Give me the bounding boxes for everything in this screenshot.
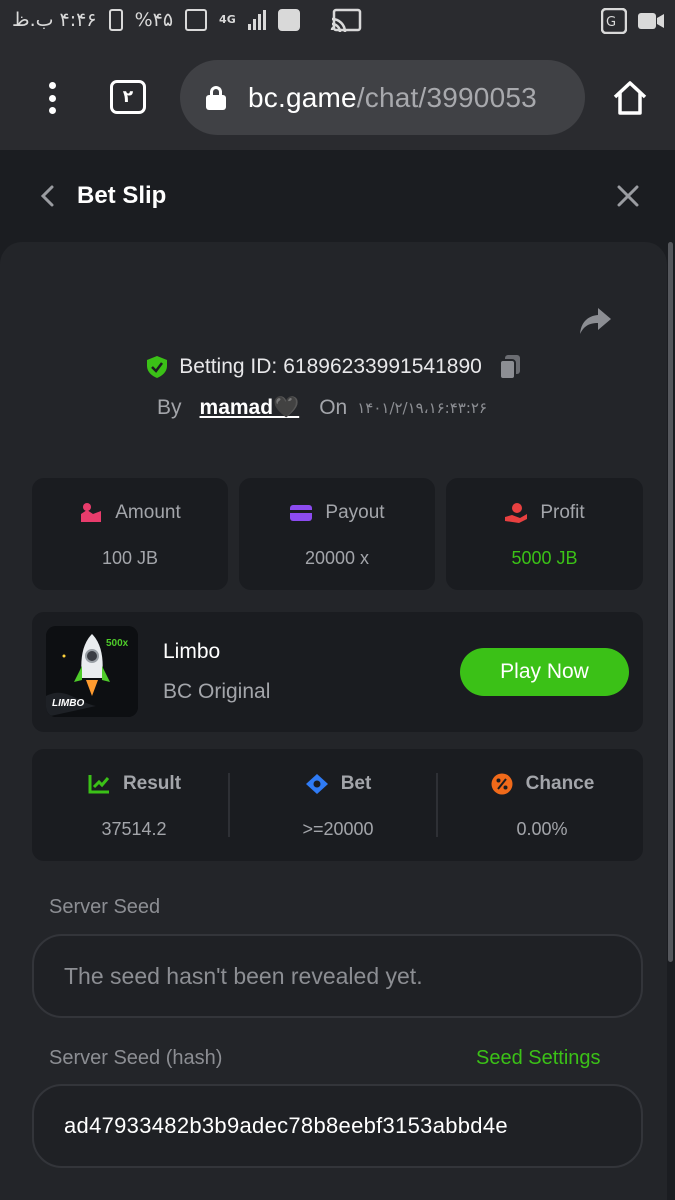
server-seed-hash-label: Server Seed (hash)	[49, 1047, 223, 1069]
amount-icon	[81, 503, 102, 522]
game-provider: BC Original	[163, 680, 271, 703]
payout-label-row: Payout	[239, 502, 435, 524]
bet-column: Bet >=20000	[236, 749, 440, 861]
tab-switcher-button[interactable]: ۲	[110, 80, 146, 114]
by-label: By	[157, 396, 182, 419]
divider	[228, 773, 230, 837]
betting-id-label: Betting ID:	[179, 355, 278, 378]
payout-card: Payout 20000 x	[239, 478, 435, 590]
bet-label-row: Bet	[236, 773, 440, 795]
server-seed-label: Server Seed	[49, 896, 161, 918]
percent-icon	[491, 773, 513, 795]
url-text: bc.game/chat/3990053	[248, 82, 537, 114]
game-thumbnail[interactable]: 500x LIMBO	[46, 626, 138, 717]
chance-column: Chance 0.00%	[440, 749, 644, 861]
browser-toolbar: ۲ bc.game/chat/3990053	[0, 44, 675, 150]
bet-value: >=20000	[302, 819, 374, 839]
thumb-label: LIMBO	[52, 698, 85, 709]
battery-saver-icon	[108, 9, 123, 31]
profit-label: Profit	[540, 502, 585, 523]
url-host: bc.game	[248, 81, 357, 113]
translate-icon: G	[601, 8, 627, 34]
cast-icon	[330, 8, 361, 32]
on-label: On	[319, 396, 348, 419]
bet-label: Bet	[340, 773, 372, 794]
back-chevron-icon[interactable]	[38, 184, 56, 208]
share-icon[interactable]	[578, 306, 612, 336]
home-icon[interactable]	[610, 78, 650, 118]
copy-icon[interactable]	[498, 354, 522, 380]
page-title: Bet Slip	[77, 182, 167, 209]
wallet-icon	[290, 505, 313, 521]
amount-label-row: Amount	[32, 502, 228, 524]
chance-label-row: Chance	[440, 773, 644, 795]
url-path: /chat/3990053	[356, 81, 537, 113]
signal-bars-icon	[247, 10, 266, 30]
profit-card: Profit 5000 JB	[446, 478, 643, 590]
profit-value: 5000 JB	[511, 548, 578, 568]
close-icon[interactable]	[617, 185, 639, 207]
profit-label-row: Profit	[446, 502, 643, 524]
profit-icon	[505, 503, 528, 523]
battery-level: %۴۵	[134, 9, 174, 31]
payout-label: Payout	[325, 502, 385, 523]
amount-label: Amount	[115, 502, 181, 523]
result-chart-icon	[88, 775, 110, 794]
result-label-row: Result	[32, 773, 236, 795]
betting-id-row: Betting ID: 61896233991541890	[0, 354, 667, 380]
result-card: Result 37514.2 Bet >=20000 Chance 0.00%	[32, 749, 643, 861]
bet-author-row: By mamad🖤 On ۱۴۰۱/۲/۱۹،۱۶:۴۳:۲۶	[157, 396, 487, 420]
result-column: Result 37514.2	[32, 749, 236, 861]
status-bar: ۴:۴۶ ب.ظ %۴۵ 4G G	[0, 0, 675, 44]
bet-date: ۱۴۰۱/۲/۱۹،۱۶:۴۳:۲۶	[357, 399, 488, 417]
network-type: 4G	[219, 13, 236, 26]
payout-value: 20000 x	[304, 548, 370, 568]
address-bar[interactable]: bc.game/chat/3990053	[180, 60, 585, 135]
heart-notification-icon	[277, 9, 300, 31]
thumb-multiplier: 500x	[106, 638, 129, 649]
bet-target-icon	[305, 774, 328, 794]
status-bar-left: ۴:۴۶ ب.ظ %۴۵ 4G	[12, 8, 362, 32]
result-value: 37514.2	[101, 819, 167, 839]
seed-settings-link[interactable]: Seed Settings	[476, 1047, 601, 1070]
scrollbar[interactable]	[668, 242, 673, 962]
divider	[436, 773, 438, 837]
page-header: Bet Slip	[0, 150, 675, 240]
signal-box-icon	[185, 9, 208, 31]
server-seed-hash-field[interactable]: ad47933482b3b9adec78b8eebf3153abbd4e	[32, 1084, 643, 1168]
status-bar-right: G	[601, 8, 665, 34]
lock-icon	[206, 85, 226, 110]
browser-menu-icon[interactable]	[46, 82, 58, 114]
play-now-button[interactable]: Play Now	[460, 648, 629, 696]
video-camera-icon	[638, 13, 664, 29]
svg-text:G: G	[606, 15, 616, 30]
result-label: Result	[122, 773, 182, 794]
server-seed-field[interactable]: The seed hasn't been revealed yet.	[32, 934, 643, 1018]
amount-card: Amount 100 JB	[32, 478, 228, 590]
clock: ۴:۴۶ ب.ظ	[12, 9, 97, 31]
username-link[interactable]: mamad🖤	[200, 396, 300, 420]
verified-shield-icon	[147, 356, 168, 378]
chance-value: 0.00%	[516, 819, 568, 839]
game-name[interactable]: Limbo	[163, 640, 220, 664]
chance-label: Chance	[525, 773, 595, 794]
betting-id-value: 61896233991541890	[283, 355, 482, 378]
amount-value: 100 JB	[101, 548, 159, 568]
